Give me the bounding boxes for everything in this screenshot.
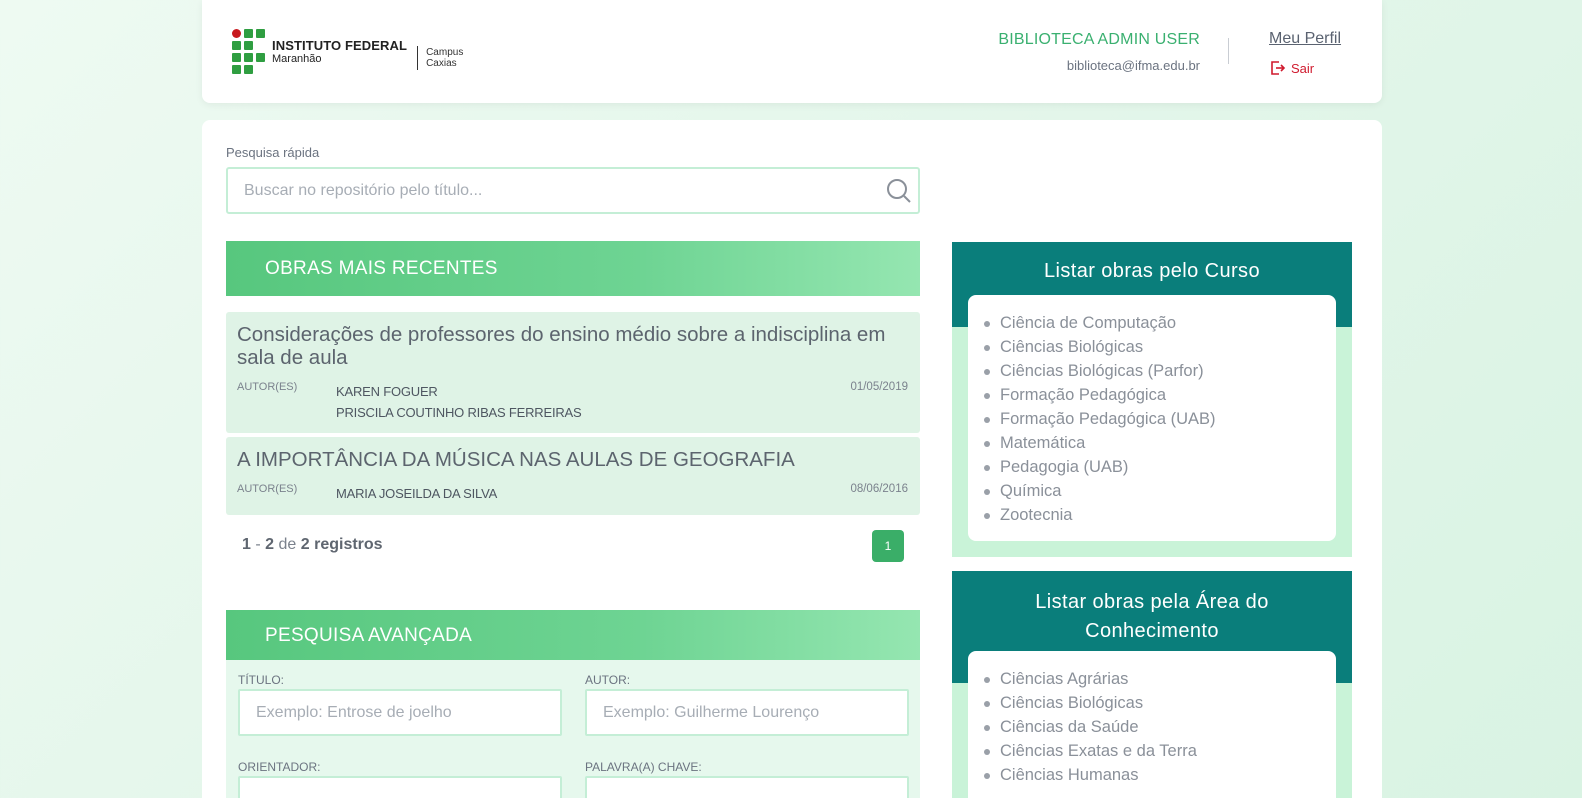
logo-line1: INSTITUTO FEDERAL <box>272 38 408 53</box>
course-item[interactable]: Formação Pedagógica <box>984 383 1336 407</box>
area-item[interactable]: Ciências Agrárias <box>984 667 1336 691</box>
pagination-to: 2 <box>265 536 275 553</box>
advanced-search-form: TÍTULO: AUTOR: ORIENTADOR: PALAVRA(A) CH… <box>226 660 920 798</box>
course-item[interactable]: Ciência de Computação <box>984 311 1336 335</box>
course-list: Ciência de Computação Ciências Biológica… <box>968 295 1336 541</box>
course-item[interactable]: Formação Pedagógica (UAB) <box>984 407 1336 431</box>
ifma-logo-mark <box>232 29 266 75</box>
pagination-from: 1 <box>242 536 251 553</box>
title-input[interactable] <box>240 691 560 734</box>
course-item[interactable]: Ciências Biológicas (Parfor) <box>984 359 1336 383</box>
quick-search-label: Pesquisa rápida <box>226 145 320 160</box>
keyword-field-label: PALAVRA(A) CHAVE: <box>585 760 702 774</box>
main-content: Pesquisa rápida OBRAS MAIS RECENTES Cons… <box>202 120 1382 798</box>
area-panel-title-line1: Listar obras pela Área do <box>1035 591 1269 613</box>
recent-works-header: OBRAS MAIS RECENTES <box>226 241 920 296</box>
ifma-logo[interactable]: INSTITUTO FEDERAL Maranhão Campus Caxias <box>232 29 463 75</box>
quick-search-box <box>226 167 920 214</box>
page-button-1[interactable]: 1 <box>872 530 904 562</box>
work-card[interactable]: Considerações de professores do ensino m… <box>226 312 920 433</box>
logo-text: INSTITUTO FEDERAL Maranhão <box>272 39 407 65</box>
profile-link[interactable]: Meu Perfil <box>1269 30 1341 48</box>
author-field <box>585 689 909 736</box>
search-icon[interactable] <box>886 178 912 208</box>
area-item[interactable]: Ciências Exatas e da Terra <box>984 739 1336 763</box>
top-header: INSTITUTO FEDERAL Maranhão Campus Caxias… <box>202 0 1382 103</box>
author-name: KAREN FOGUER <box>336 384 438 399</box>
logout-label: Sair <box>1291 60 1315 76</box>
title-field-label: TÍTULO: <box>238 673 285 687</box>
keyword-field <box>585 776 909 798</box>
course-item[interactable]: Química <box>984 479 1336 503</box>
author-name: MARIA JOSEILDA DA SILVA <box>336 486 498 501</box>
advanced-search-header: PESQUISA AVANÇADA <box>226 610 920 661</box>
pagination-dash: - <box>255 536 261 553</box>
user-email: biblioteca@ifma.edu.br <box>1066 58 1200 73</box>
author-name: PRISCILA COUTINHO RIBAS FERREIRAS <box>336 405 582 420</box>
work-meta: AUTOR(ES) KAREN FOGUER PRISCILA COUTINHO… <box>237 381 908 423</box>
author-list: KAREN FOGUER PRISCILA COUTINHO RIBAS FER… <box>336 381 908 423</box>
course-item[interactable]: Zootecnia <box>984 503 1336 527</box>
area-item[interactable]: Ciências Biológicas <box>984 691 1336 715</box>
work-card[interactable]: A IMPORTÂNCIA DA MÚSICA NAS AULAS DE GEO… <box>226 437 920 515</box>
user-name: BIBLIOTECA ADMIN USER <box>998 31 1200 48</box>
area-panel-title-line2: Conhecimento <box>1085 620 1219 642</box>
logo-campus-line2: Caxias <box>426 58 457 69</box>
work-title[interactable]: A IMPORTÂNCIA DA MÚSICA NAS AULAS DE GEO… <box>237 448 908 471</box>
logo-divider <box>417 46 419 70</box>
recent-works-title: OBRAS MAIS RECENTES <box>265 257 498 279</box>
work-date: 08/06/2016 <box>850 483 908 495</box>
course-item[interactable]: Ciências Biológicas <box>984 335 1336 359</box>
logo-line2: Maranhão <box>272 53 322 65</box>
keyword-input[interactable] <box>587 778 907 798</box>
author-field-label: AUTOR: <box>585 673 631 687</box>
work-title[interactable]: Considerações de professores do ensino m… <box>237 323 908 369</box>
advisor-field <box>238 776 562 798</box>
area-panel: Listar obras pela Área do Conhecimento C… <box>952 571 1352 798</box>
course-panel: Listar obras pelo Curso Ciência de Compu… <box>952 242 1352 557</box>
header-divider <box>1228 38 1229 64</box>
advisor-input[interactable] <box>240 778 560 798</box>
quick-search-input[interactable] <box>228 169 848 212</box>
title-field <box>238 689 562 736</box>
pagination-summary: 1 - 2 de 2 registros <box>242 536 383 554</box>
logout-icon <box>1271 61 1286 75</box>
pagination-of: de <box>278 536 297 553</box>
author-list: MARIA JOSEILDA DA SILVA <box>336 483 908 504</box>
logout-button[interactable]: Sair <box>1270 60 1314 76</box>
pagination-total: 2 registros <box>300 536 383 553</box>
work-meta: AUTOR(ES) MARIA JOSEILDA DA SILVA 08/06/… <box>237 483 908 504</box>
author-label: AUTOR(ES) <box>237 483 298 495</box>
area-list: Ciências Agrárias Ciências Biológicas Ci… <box>968 651 1336 798</box>
area-item[interactable]: Ciências da Saúde <box>984 715 1336 739</box>
logo-campus: Campus Caxias <box>426 47 463 70</box>
course-item[interactable]: Pedagogia (UAB) <box>984 455 1336 479</box>
course-item[interactable]: Matemática <box>984 431 1336 455</box>
author-label: AUTOR(ES) <box>237 381 298 393</box>
advisor-field-label: ORIENTADOR: <box>238 760 321 774</box>
work-date: 01/05/2019 <box>850 381 908 393</box>
logo-campus-line1: Campus <box>426 46 464 58</box>
area-item[interactable]: Ciências Humanas <box>984 763 1336 787</box>
author-input[interactable] <box>587 691 907 734</box>
advanced-search-title: PESQUISA AVANÇADA <box>265 624 473 646</box>
